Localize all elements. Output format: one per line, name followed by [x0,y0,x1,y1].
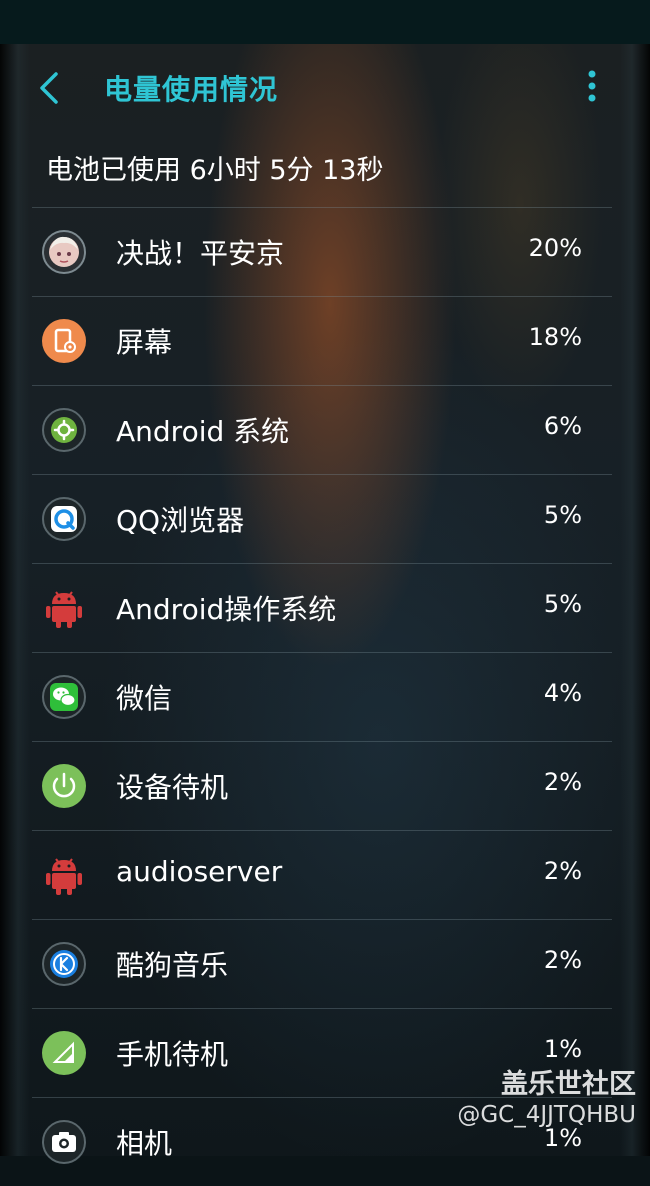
usage-item-percent: 2% [543,857,582,885]
usage-item-juezhan-pinganjing[interactable]: 决战！平安京 20% [32,207,612,296]
chevron-left-icon [40,72,58,104]
usage-item-label: Android 系统 [116,415,290,448]
usage-item-percent: 18% [528,323,582,351]
battery-usage-summary: 电池已使用 6小时 5分 13秒 [46,155,384,186]
usage-item-label: 相机 [116,1127,173,1160]
watermark-community: 盖乐世社区 [501,1069,636,1100]
power-standby-icon [42,764,86,808]
usage-item-label: Android操作系统 [116,593,337,626]
status-bar [0,0,650,44]
wechat-icon [42,675,86,719]
usage-item-percent: 5% [543,590,582,618]
usage-item-label: 屏幕 [116,326,173,359]
back-button[interactable] [30,66,74,110]
usage-item-audioserver[interactable]: audioserver 2% [32,830,612,919]
usage-item-percent: 2% [543,946,582,974]
usage-item-percent: 5% [543,501,582,529]
usage-item-label: 决战！平安京 [116,237,285,270]
edge-shadow-left [0,44,30,1156]
screen-icon [42,319,86,363]
watermark-user: @GC_4JJTQHBU [457,1102,636,1128]
edge-shadow-right [620,44,650,1156]
usage-item-percent: 6% [543,412,582,440]
usage-item-android-system[interactable]: Android 系统 6% [32,385,612,474]
camera-icon [42,1120,86,1164]
usage-item-qq-browser[interactable]: QQ浏览器 5% [32,474,612,563]
usage-item-percent: 1% [543,1035,582,1063]
battery-usage-list: 决战！平安京 20% 屏幕 18% Android 系统 6% QQ浏览器 5%… [32,207,612,1186]
usage-item-percent: 20% [528,234,582,262]
android-robot-icon [42,586,86,630]
more-options-button[interactable] [578,68,606,108]
usage-item-label: audioserver [116,855,283,888]
usage-item-wechat[interactable]: 微信 4% [32,652,612,741]
usage-item-percent: 2% [543,768,582,796]
usage-item-label: 酷狗音乐 [116,949,229,982]
usage-item-label: 微信 [116,682,173,715]
game-avatar-icon [42,230,86,274]
usage-item-percent: 1% [543,1124,582,1152]
usage-item-percent: 4% [543,679,582,707]
signal-icon [42,1031,86,1075]
usage-item-label: QQ浏览器 [116,504,245,537]
android-robot-icon [42,853,86,897]
usage-item-device-standby[interactable]: 设备待机 2% [32,741,612,830]
kugou-music-icon [42,942,86,986]
usage-item-kugou-music[interactable]: 酷狗音乐 2% [32,919,612,1008]
app-header: 电量使用情况 [0,44,650,132]
usage-item-label: 设备待机 [116,771,229,804]
usage-item-android-os[interactable]: Android操作系统 5% [32,563,612,652]
usage-item-screen[interactable]: 屏幕 18% [32,296,612,385]
page-title: 电量使用情况 [104,73,279,106]
usage-item-label: 手机待机 [116,1038,229,1071]
qq-browser-icon [42,497,86,541]
more-vertical-icon [588,70,596,102]
android-system-gear-icon [42,408,86,452]
